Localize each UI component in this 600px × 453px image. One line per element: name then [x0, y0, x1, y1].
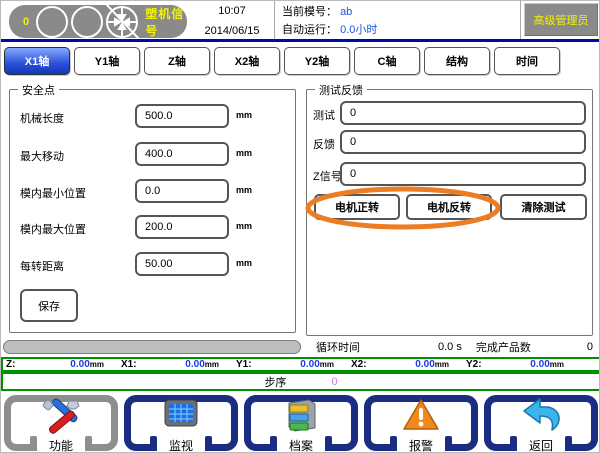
- position-y2: Y2: 0.00 mm: [463, 359, 578, 370]
- nav-label: 档案: [241, 437, 361, 453]
- product-count-value: 0: [587, 341, 593, 353]
- nav-back-button[interactable]: 返回: [481, 393, 600, 453]
- field-label: 测试: [313, 107, 335, 123]
- position-z: Z: 0.00 mm: [3, 359, 118, 370]
- z-signal-field[interactable]: 0: [340, 162, 586, 186]
- tools-icon: [41, 397, 81, 435]
- cycle-time-label: 循环时间: [316, 339, 360, 355]
- header: 0 塑机信号 10:07 2014/06: [1, 1, 600, 42]
- step-value: 0: [331, 376, 337, 388]
- signal-counter: 0: [23, 16, 34, 28]
- field-label: 每转距离: [20, 258, 64, 274]
- autorun-value: 0.0小时: [340, 24, 377, 36]
- safety-panel-title: 安全点: [18, 82, 59, 98]
- cycle-time-value: 0.0 s: [438, 341, 462, 353]
- feedback-value-field[interactable]: 0: [340, 130, 586, 154]
- tab-z-axis[interactable]: Z轴: [144, 47, 210, 75]
- test-feedback-panel: 测试反馈 测试 0 反馈 0 Z信号 0 电机正转 电机反转 清除测试: [306, 89, 593, 336]
- bottom-nav: 功能 监视: [1, 393, 600, 453]
- test-panel-title: 测试反馈: [315, 82, 367, 98]
- unit-label: mm: [236, 148, 252, 158]
- tab-structure[interactable]: 结构: [424, 47, 490, 75]
- header-divider: [520, 1, 521, 39]
- back-icon: [520, 397, 562, 433]
- nav-label: 监视: [121, 437, 241, 453]
- step-label: 步序: [264, 374, 286, 390]
- unit-label: mm: [236, 258, 252, 268]
- user-level-button[interactable]: 高级管理员: [524, 3, 598, 36]
- field-label: 机械长度: [20, 110, 64, 126]
- product-count-label: 完成产品数: [476, 339, 531, 355]
- nav-monitor-button[interactable]: 监视: [121, 393, 241, 453]
- unit-label: mm: [236, 185, 252, 195]
- motor-forward-button[interactable]: 电机正转: [314, 194, 400, 220]
- tab-x1-axis[interactable]: X1轴: [4, 47, 70, 75]
- machine-signal-panel: 0 塑机信号: [9, 5, 187, 38]
- nav-label: 功能: [1, 437, 121, 453]
- mold-number-value: ab: [340, 6, 352, 18]
- safety-point-panel: 安全点 机械长度 500.0 mm 最大移动 400.0 mm 模内最小位置 0…: [9, 89, 296, 333]
- nav-label: 报警: [361, 437, 481, 453]
- clear-test-button[interactable]: 清除测试: [500, 194, 587, 220]
- tab-y2-axis[interactable]: Y2轴: [284, 47, 350, 75]
- nav-alarm-button[interactable]: 报警: [361, 393, 481, 453]
- unit-label: mm: [236, 221, 252, 231]
- field-label: 模内最小位置: [20, 185, 86, 201]
- clock-time: 10:07: [197, 5, 267, 17]
- field-label: 模内最大位置: [20, 221, 86, 237]
- clock-date: 2014/06/15: [197, 25, 267, 37]
- tab-time[interactable]: 时间: [494, 47, 560, 75]
- hmi-screen: 0 塑机信号 10:07 2014/06: [0, 0, 600, 453]
- field-label: 反馈: [313, 136, 335, 152]
- machine-status-icons: [34, 4, 142, 40]
- mold-number-label: 当前模号：: [282, 6, 337, 18]
- axis-position-row: Z: 0.00 mm X1: 0.00 mm Y1: 0.00 mm X2: 0…: [1, 357, 600, 372]
- max-move-input[interactable]: 400.0: [135, 142, 229, 166]
- axis-tab-bar: X1轴 Y1轴 Z轴 X2轴 Y2轴 C轴 结构 时间: [4, 47, 598, 77]
- archive-icon: [281, 397, 321, 435]
- header-separator: [1, 39, 600, 42]
- step-sequence-row: 步序 0: [1, 372, 600, 391]
- alarm-icon: [401, 397, 441, 433]
- position-x1: X1: 0.00 mm: [118, 359, 233, 370]
- machine-length-input[interactable]: 500.0: [135, 104, 229, 128]
- mold-info: 当前模号： ab 自动运行： 0.0小时: [282, 3, 512, 39]
- signal-icons: [34, 4, 142, 40]
- datetime: 10:07 2014/06/15: [197, 3, 267, 39]
- nav-function-button[interactable]: 功能: [1, 393, 121, 453]
- mold-max-pos-input[interactable]: 200.0: [135, 215, 229, 239]
- header-divider: [274, 1, 275, 39]
- test-value-field[interactable]: 0: [340, 101, 586, 125]
- unit-label: mm: [236, 110, 252, 120]
- tab-y1-axis[interactable]: Y1轴: [74, 47, 140, 75]
- machine-signal-label: 塑机信号: [145, 5, 187, 39]
- tab-x2-axis[interactable]: X2轴: [214, 47, 280, 75]
- position-y1: Y1: 0.00 mm: [233, 359, 348, 370]
- motor-reverse-button[interactable]: 电机反转: [406, 194, 492, 220]
- autorun-label: 自动运行：: [282, 24, 337, 36]
- save-button[interactable]: 保存: [20, 289, 78, 322]
- field-label: 最大移动: [20, 148, 64, 164]
- cycle-progress-bar: [3, 340, 301, 354]
- nav-label: 返回: [481, 437, 600, 453]
- tab-c-axis[interactable]: C轴: [354, 47, 420, 75]
- monitor-icon: [161, 397, 201, 433]
- cycle-status: 循环时间 0.0 s 完成产品数 0: [306, 340, 599, 354]
- position-x2: X2: 0.00 mm: [348, 359, 463, 370]
- centering-arrows-icon: [106, 4, 140, 40]
- nav-archive-button[interactable]: 档案: [241, 393, 361, 453]
- distance-per-rev-input[interactable]: 50.00: [135, 252, 229, 276]
- field-label: Z信号: [313, 168, 342, 184]
- mold-min-pos-input[interactable]: 0.0: [135, 179, 229, 203]
